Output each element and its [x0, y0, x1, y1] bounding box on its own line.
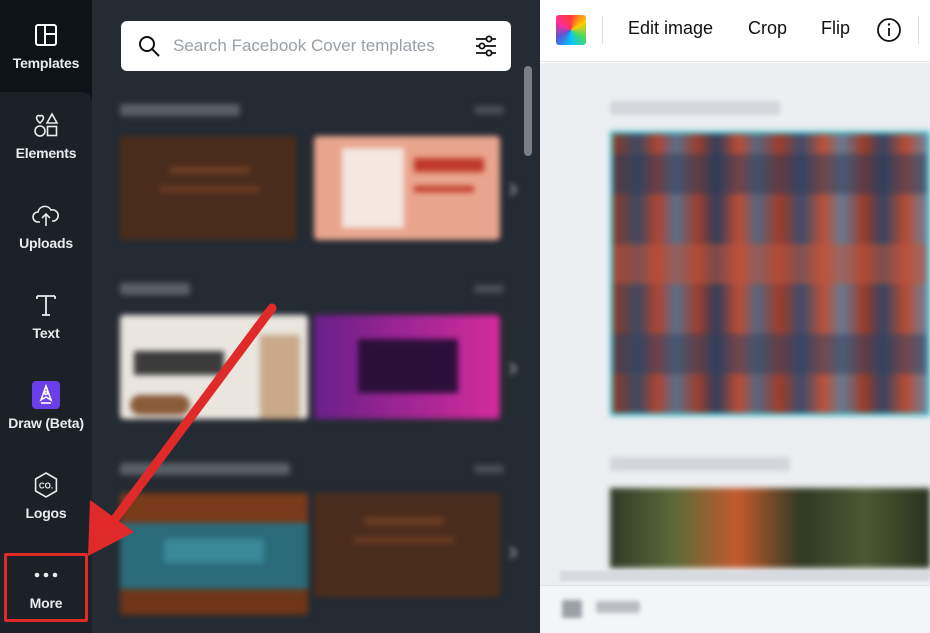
template-section: ›: [112, 455, 522, 625]
template-thumbnail[interactable]: [314, 136, 500, 240]
sidebar-item-label: Templates: [12, 55, 80, 71]
search-icon: [137, 34, 161, 58]
horizontal-scrollbar[interactable]: [560, 571, 930, 581]
sidebar-item-elements[interactable]: Elements: [0, 92, 92, 180]
template-thumbnail[interactable]: [314, 493, 500, 597]
search-input[interactable]: [173, 36, 465, 56]
logo-co-icon: CO.: [32, 471, 60, 499]
svg-text:CO.: CO.: [39, 482, 53, 491]
page-label: [610, 101, 780, 115]
toolbar-divider: [918, 16, 919, 44]
info-icon[interactable]: [876, 17, 902, 43]
design-canvas: [540, 63, 930, 633]
text-icon: [32, 291, 60, 319]
sidebar-item-label: Uploads: [19, 235, 73, 251]
design-page[interactable]: [610, 488, 930, 568]
template-thumbnail[interactable]: [120, 315, 308, 419]
sidebar-item-draw[interactable]: Draw (Beta): [0, 362, 92, 450]
edit-image-button[interactable]: Edit image: [628, 18, 713, 39]
top-toolbar: Edit image Crop Flip: [540, 0, 930, 62]
filter-sliders-icon[interactable]: [473, 33, 499, 59]
page-label: [610, 457, 790, 471]
notes-bar[interactable]: [540, 585, 930, 633]
crop-button[interactable]: Crop: [748, 18, 787, 39]
color-picker-icon[interactable]: [556, 15, 586, 45]
shapes-icon: [32, 111, 60, 139]
cloud-upload-icon: [32, 201, 60, 229]
panel-scrollbar[interactable]: [524, 66, 532, 156]
layout-icon: [32, 21, 60, 49]
side-rail: Templates Elements Uploads Text Draw (Be…: [0, 0, 92, 633]
sidebar-item-templates[interactable]: Templates: [0, 0, 92, 92]
notes-label: [596, 601, 640, 613]
template-section: ›: [112, 275, 522, 435]
draw-icon: [32, 381, 60, 409]
sidebar-item-label: Elements: [15, 145, 77, 161]
template-thumbnail[interactable]: [120, 493, 308, 615]
design-page[interactable]: [610, 131, 930, 416]
search-bar[interactable]: [121, 21, 511, 71]
sidebar-item-label: Draw (Beta): [8, 415, 84, 431]
sidebar-item-logos[interactable]: CO. Logos: [0, 452, 92, 540]
chevron-right-icon[interactable]: ›: [502, 531, 524, 571]
chevron-right-icon[interactable]: ›: [502, 347, 524, 387]
template-section: ›: [112, 96, 522, 256]
sidebar-item-uploads[interactable]: Uploads: [0, 182, 92, 270]
templates-panel: › ›: [92, 0, 540, 633]
template-thumbnail[interactable]: [314, 315, 500, 419]
flip-button[interactable]: Flip: [821, 18, 850, 39]
notes-icon: [562, 600, 582, 618]
template-thumbnail[interactable]: [120, 136, 296, 240]
chevron-right-icon[interactable]: ›: [502, 168, 524, 208]
sidebar-item-text[interactable]: Text: [0, 272, 92, 360]
toolbar-divider: [602, 16, 603, 44]
sidebar-item-label: Text: [32, 325, 60, 341]
more-highlight-box: [4, 553, 88, 622]
sidebar-item-label: Logos: [25, 505, 67, 521]
